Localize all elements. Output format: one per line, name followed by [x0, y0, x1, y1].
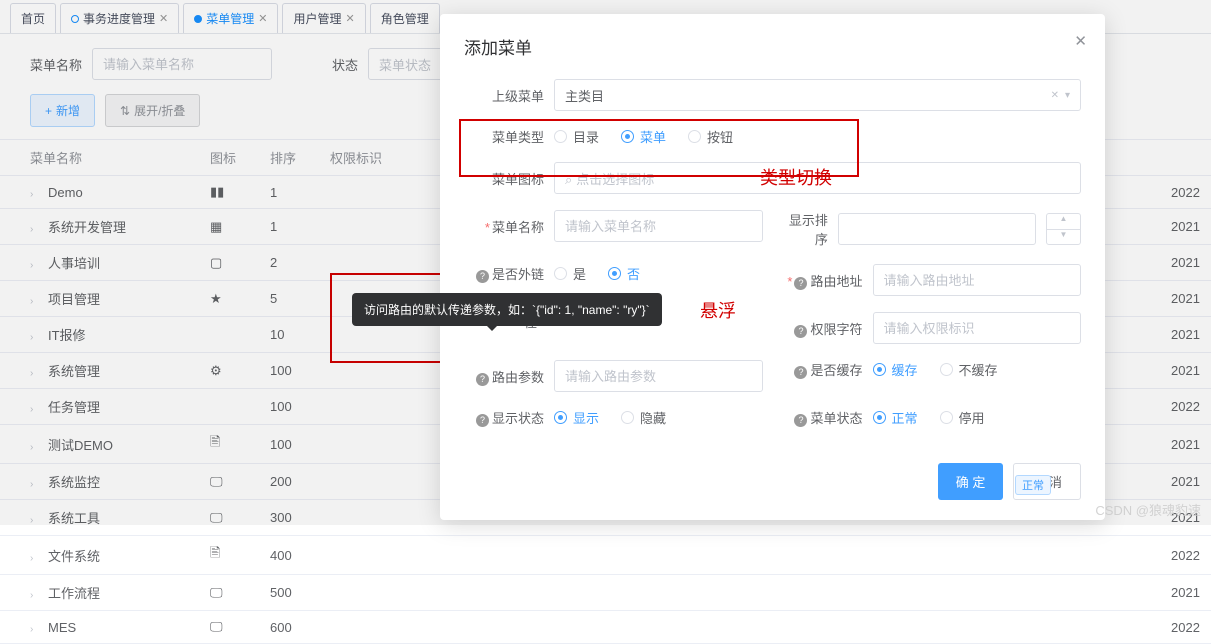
perm-input[interactable] [873, 312, 1082, 344]
table-row[interactable]: ›文件系统 🖹 400 2022 [0, 536, 1211, 575]
parent-select[interactable]: 主类目 ✕▾ [554, 79, 1081, 111]
display-label: ?显示状态 [464, 408, 544, 427]
radio-hide[interactable]: 隐藏 [621, 408, 666, 427]
row-year: 2021 [1161, 575, 1211, 611]
watermark: CSDN @狼魂豹速 [1095, 500, 1201, 519]
params-input[interactable] [554, 360, 763, 392]
help-icon[interactable]: ? [794, 414, 807, 427]
table-row[interactable]: ›MES 🖵 600 2022 [0, 611, 1211, 644]
sort-field-label: 显示排序 [783, 210, 828, 248]
table-row[interactable]: ›工作流程 🖵 500 2021 [0, 575, 1211, 611]
route-label: *?路由地址 [783, 271, 863, 290]
route-input[interactable] [873, 264, 1082, 296]
chevron-up-icon[interactable]: ▲ [1047, 214, 1080, 230]
radio-ext-yes[interactable]: 是 [554, 264, 586, 283]
row-icon: 🖵 [200, 575, 260, 611]
close-icon[interactable]: ✕ [1074, 32, 1087, 50]
chevron-down-icon[interactable]: ▾ [1065, 90, 1070, 101]
annotation-type-switch: 类型切换 [760, 164, 832, 190]
add-menu-dialog: 添加菜单 ✕ 上级菜单 主类目 ✕▾ 菜单类型 目录 菜单 按钮 菜单图标 ⌕点… [440, 14, 1105, 520]
help-icon[interactable]: ? [794, 277, 807, 290]
annotation-hover: 悬浮 [700, 297, 736, 323]
row-sort: 600 [260, 611, 320, 644]
sort-spinner[interactable]: ▲▼ [1046, 213, 1081, 245]
expand-icon[interactable]: › [30, 553, 40, 564]
row-year: 2022 [1161, 536, 1211, 575]
radio-button[interactable]: 按钮 [688, 127, 733, 146]
radio-show[interactable]: 显示 [554, 408, 599, 427]
clear-icon[interactable]: ✕ [1051, 90, 1059, 101]
row-sort: 500 [260, 575, 320, 611]
dialog-title: 添加菜单 [464, 34, 1081, 59]
expand-icon[interactable]: › [30, 624, 40, 635]
help-icon[interactable]: ? [476, 414, 489, 427]
radio-normal[interactable]: 正常 [873, 408, 918, 427]
name-field-label: *菜单名称 [464, 217, 544, 236]
tooltip: 访问路由的默认传递参数，如：`{"id": 1, "name": "ry"}` [352, 293, 662, 326]
cache-label: ?是否缓存 [783, 360, 863, 379]
row-icon: 🖹 [200, 536, 260, 575]
menu-name-input[interactable] [554, 210, 763, 242]
help-icon[interactable]: ? [794, 366, 807, 379]
radio-cache-no[interactable]: 不缓存 [940, 360, 998, 379]
confirm-button[interactable]: 确 定 [938, 463, 1004, 500]
row-year: 2022 [1161, 611, 1211, 644]
parent-label: 上级菜单 [464, 86, 544, 105]
perm-label: ?权限字符 [783, 319, 863, 338]
radio-cache-yes[interactable]: 缓存 [873, 360, 918, 379]
status-field-label: ?菜单状态 [783, 408, 863, 427]
help-icon[interactable]: ? [476, 270, 489, 283]
external-label: ?是否外链 [464, 264, 544, 283]
radio-dir[interactable]: 目录 [554, 127, 599, 146]
type-radio-group: 目录 菜单 按钮 [554, 127, 733, 146]
expand-icon[interactable]: › [30, 590, 40, 601]
sort-input[interactable] [838, 213, 1036, 245]
radio-disabled[interactable]: 停用 [940, 408, 985, 427]
params-label: ?路由参数 [464, 367, 544, 386]
radio-menu[interactable]: 菜单 [621, 127, 666, 146]
type-label: 菜单类型 [464, 127, 544, 146]
row-sort: 400 [260, 536, 320, 575]
help-icon[interactable]: ? [794, 325, 807, 338]
search-icon: ⌕ [565, 172, 572, 187]
icon-label: 菜单图标 [464, 169, 544, 188]
radio-ext-no[interactable]: 否 [608, 264, 640, 283]
help-icon[interactable]: ? [476, 373, 489, 386]
chevron-down-icon[interactable]: ▼ [1047, 230, 1080, 245]
row-icon: 🖵 [200, 611, 260, 644]
status-badge: 正常 [1015, 475, 1051, 495]
